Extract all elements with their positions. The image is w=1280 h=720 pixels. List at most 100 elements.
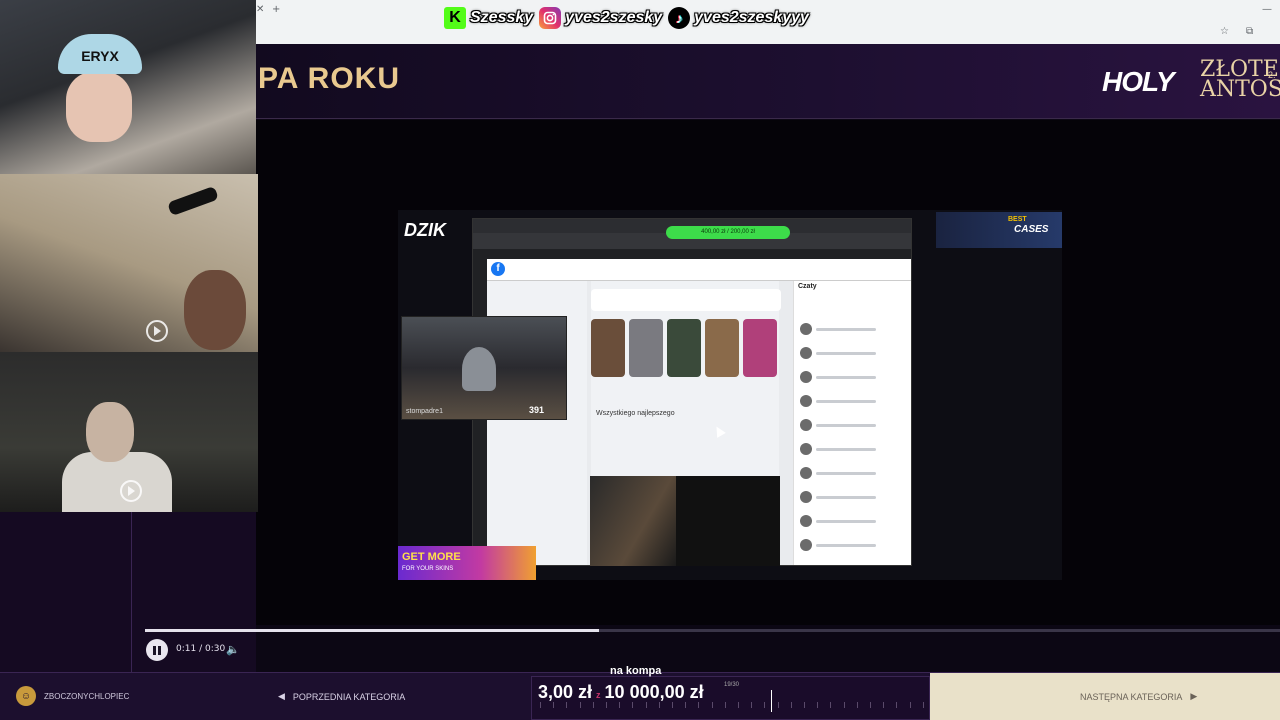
avatar (800, 539, 812, 551)
social-handles: K Szessky yves2szesky ♪ yves2szeskyyy (444, 4, 809, 32)
tick (790, 702, 792, 708)
tick (883, 702, 885, 708)
tab-close-icon[interactable]: ✕ (256, 4, 264, 15)
streamer-figure (462, 347, 496, 391)
story-card (705, 319, 739, 377)
replay-icon (120, 480, 142, 502)
viewer-count: 391 (528, 405, 544, 415)
next-category-label-wrap[interactable]: NASTĘPNA KATEGORIA ▶ (1080, 691, 1197, 702)
tiktok-handle: ♪ yves2szeskyyy (668, 7, 809, 29)
kick-handle: K Szessky (444, 7, 533, 29)
avatar (800, 491, 812, 503)
minimize-icon[interactable]: — (1262, 4, 1272, 15)
event-line2: ANTOSI (1200, 77, 1280, 102)
tick (658, 702, 660, 708)
webcam-guest-2 (0, 352, 258, 512)
chat-row (800, 393, 906, 409)
previous-category-label: POPRZEDNIA KATEGORIA (292, 691, 406, 702)
goal-current: 3,00 zł (538, 682, 593, 702)
tick (856, 702, 858, 708)
story-card (629, 319, 663, 377)
facebook-composer (591, 289, 781, 311)
chat-row (800, 489, 906, 505)
event-year: 2. (1268, 70, 1276, 80)
tick (764, 702, 766, 708)
host-face (66, 72, 132, 142)
avatar (800, 323, 812, 335)
holy-logo: HOLY (1102, 66, 1175, 97)
tick (922, 702, 924, 708)
story-card (743, 319, 777, 377)
goal-ticks (540, 702, 924, 710)
goal-counter: 19/30 (724, 682, 740, 688)
post-video-dark (676, 476, 780, 566)
cases-ad-kicker: BEST (1008, 216, 1027, 223)
bookmark-star-icon[interactable]: ☆ (1220, 26, 1229, 37)
replay-icon (146, 320, 168, 342)
goal-target: 10 000,00 zł (604, 682, 704, 702)
avatar (800, 395, 812, 407)
new-tab-icon[interactable]: + (272, 4, 280, 15)
skins-ad-subtitle: FOR YOUR SKINS (402, 566, 454, 572)
chat-preview (816, 471, 876, 475)
tick (698, 702, 700, 708)
tick (896, 702, 898, 708)
chat-preview (816, 327, 876, 331)
chat-row (800, 513, 906, 529)
progress-fill (145, 629, 599, 632)
guest-2-face (86, 402, 134, 462)
streamer-webcam: stompadre1 391 (401, 316, 567, 420)
chat-row (800, 417, 906, 433)
tick (777, 702, 779, 708)
instagram-handle: yves2szesky (539, 7, 662, 29)
tick (619, 702, 621, 708)
tick (711, 702, 713, 708)
pause-button[interactable] (146, 639, 168, 661)
tick (738, 702, 740, 708)
tick (632, 702, 634, 708)
goal-separator: z (596, 690, 601, 700)
kick-handle-text: Szessky (470, 9, 534, 26)
story-card (667, 319, 701, 377)
volume-icon[interactable]: 🔈 (226, 643, 240, 656)
webcam-guest-1 (0, 174, 258, 352)
tick (540, 702, 541, 708)
user-chip[interactable]: ☺ ZBOCZONYCHLOPIEC (16, 686, 129, 706)
chat-preview (816, 375, 876, 379)
story-card (591, 319, 625, 377)
chat-row (800, 441, 906, 457)
tick (751, 702, 753, 708)
tick (566, 702, 568, 708)
cases-ad-title: CASES (1014, 224, 1049, 235)
user-avatar-icon: ☺ (16, 686, 36, 706)
arrow-left-icon: ◀ (278, 691, 285, 701)
avatar (800, 419, 812, 431)
chat-row (800, 465, 906, 481)
goal-marker (771, 690, 772, 712)
skins-ad-title: GET MORE (402, 551, 461, 563)
tick (830, 702, 832, 708)
donation-goal-pill: 400,00 zł / 200,00 zł (666, 226, 790, 239)
host-beanie: ERYX (58, 34, 142, 74)
stream-overlay: ✕ + ☆ ⧉ — K Szessky yves2szesky ♪ yves2s… (0, 0, 1280, 720)
facebook-logo-icon: f (491, 262, 505, 276)
extensions-icon[interactable]: ⧉ (1246, 26, 1253, 37)
tick (672, 702, 674, 708)
tick (843, 702, 845, 708)
chat-row (800, 369, 906, 385)
facebook-top-bar: f (487, 259, 911, 281)
facebook-chats-panel: Czaty (793, 281, 911, 565)
chat-preview (816, 447, 876, 451)
streamer-name: stompadre1 (406, 408, 443, 415)
instagram-handle-text: yves2szesky (565, 9, 663, 26)
arrow-right-icon: ▶ (1190, 691, 1198, 701)
chat-preview (816, 543, 876, 547)
chat-preview (816, 519, 876, 523)
tick (817, 702, 819, 708)
chat-row (800, 321, 906, 337)
tick (606, 702, 608, 708)
avatar (800, 467, 812, 479)
goal-label: na kompa (610, 665, 662, 677)
chat-preview (816, 351, 876, 355)
previous-category-button[interactable]: ◀ POPRZEDNIA KATEGORIA (278, 691, 405, 702)
